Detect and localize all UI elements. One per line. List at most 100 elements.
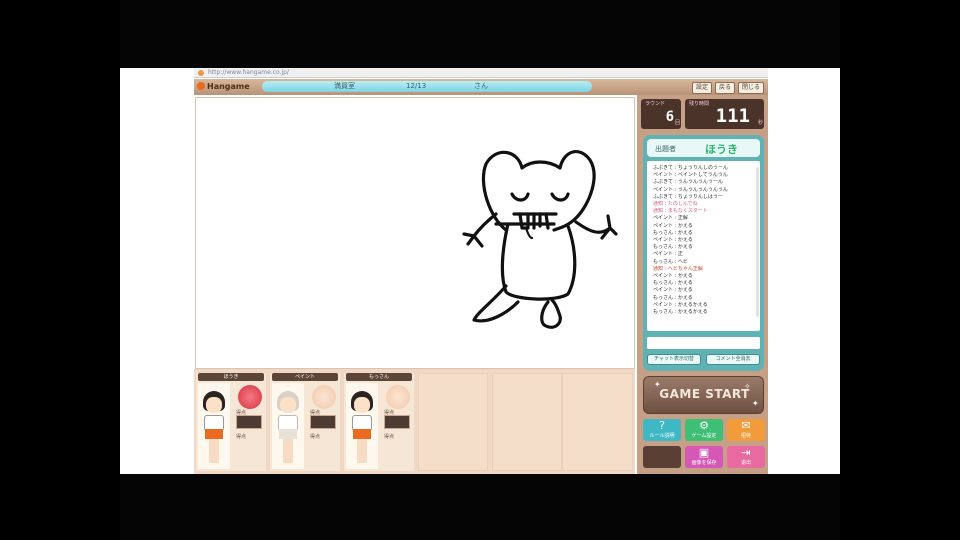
clear-comments-button[interactable]: コメント全消去 (706, 354, 760, 365)
score-box (236, 415, 262, 429)
chat-line: ふぶきて : うんうんうんうーん (653, 179, 723, 186)
player-count: 12/13 (406, 82, 427, 90)
game-start-button[interactable]: ✦ ✧ ✦ GAME START (643, 376, 764, 414)
chat-line: ふぶきて : ちょうりんしのうーん (653, 165, 728, 171)
chat-line: ペイント : うんうんうんうんうん (653, 186, 728, 193)
game-header: Hangame 満員室 12/13 さん 設定 戻る 閉じる (194, 79, 768, 95)
time-unit: 秒 (757, 120, 763, 126)
chat-line: もっさん : ヘビ (653, 258, 688, 265)
star-badge-icon (386, 385, 410, 409)
chat-line: もっさん : かえる (653, 244, 693, 251)
score-box (310, 415, 336, 429)
chat-line: ペイント : かえる (653, 273, 693, 280)
presenter-header: 出題者 ほうき (647, 139, 760, 157)
chat-line: ペイント : かえるかえる (653, 301, 708, 308)
chat-line: 通知 : まもなくスタート (653, 208, 708, 215)
rank-label: 得点 (384, 434, 395, 440)
address-text: http://www.hangame.co.jp/ (208, 69, 289, 76)
chat-line: ペイント : かえる (653, 287, 693, 294)
chat-line: もっさん : かえるかえる (653, 309, 708, 316)
round-counter: ラウンド 6 回 (641, 99, 681, 129)
action-button-3 (643, 446, 681, 468)
action-button-0[interactable]: ? ルール説明 (643, 419, 681, 441)
browser-window: http://www.hangame.co.jp/ Hangame 満員室 12… (194, 68, 768, 474)
chat-line: 通知 : ヘビちゃん正解 (653, 265, 703, 272)
time-label: 残り時間 (689, 101, 710, 107)
player-slot-2[interactable]: ペイント 得点 得点 (270, 373, 340, 471)
chat-line: ペイント : ペイントしてうんうん (653, 172, 728, 179)
action-button-4[interactable]: ▣ 画像を保存 (685, 446, 723, 468)
chat-toggle-button[interactable]: チャット表示切替 (647, 354, 701, 365)
chat-line: 通知 : たのしんでね (653, 201, 698, 208)
round-value: 6 (665, 109, 674, 125)
player-name: ほうき (198, 373, 264, 381)
chat-log[interactable]: ふぶきて : ちょうりんしのうーん ペイント : ペイントしてうんうん ふぶきて :… (647, 161, 760, 331)
frog-drawing (462, 150, 618, 329)
action-button-label: 画像を保存 (691, 460, 717, 466)
logo-mark-icon (197, 82, 205, 90)
player-slot-empty[interactable] (562, 373, 633, 471)
star-badge-icon (312, 385, 336, 409)
chat-line: ペイント : 正 (653, 251, 683, 258)
invite-icon: ✉ (741, 419, 751, 432)
action-button-label: 招待 (740, 433, 751, 439)
settings-button[interactable]: 設定 (691, 82, 712, 94)
side-panel: ラウンド 6 回 残り時間 111 秒 出題者 ほうき ふぶきて : ちょうりん… (637, 95, 768, 474)
player-name: もっさん (346, 373, 412, 381)
player-slot-empty[interactable] (418, 373, 488, 471)
letterbox-top (120, 0, 840, 68)
back-button[interactable]: 戻る (714, 82, 735, 94)
hangame-logo: Hangame (197, 81, 250, 93)
player-area: ほうき 得点 得点 ペイント 得点 得点 もっさん 得点 得点 (194, 369, 635, 474)
chat-line: ペイント : かえる (653, 222, 693, 229)
letterbox-bottom (120, 474, 840, 540)
room-status-bar: 満員室 12/13 さん (262, 81, 592, 92)
chat-line: もっさん : かえる (653, 229, 693, 236)
player-slot-empty[interactable] (492, 373, 562, 471)
player-name: ペイント (272, 373, 338, 381)
action-button-1[interactable]: ⚙ ゲーム設定 (685, 419, 723, 441)
room-owner: さん (474, 82, 488, 90)
action-button-5[interactable]: ⇥ 退出 (727, 446, 765, 468)
presenter-badge-icon (238, 385, 262, 409)
game-start-label: GAME START (659, 387, 750, 401)
presenter-label: 出題者 (655, 145, 676, 153)
settings-icon: ⚙ (699, 419, 709, 432)
time-value: 111 (715, 105, 750, 127)
player-slot-3[interactable]: もっさん 得点 得点 (344, 373, 414, 471)
round-unit: 回 (674, 120, 680, 126)
avatar (272, 383, 304, 469)
avatar (198, 383, 230, 469)
chat-line: ペイント : かえる (653, 237, 693, 244)
room-type: 満員室 (334, 82, 355, 90)
close-button[interactable]: 閉じる (737, 82, 764, 94)
presenter-name: ほうき (705, 143, 738, 156)
help-icon: ? (659, 419, 665, 432)
favicon-icon (198, 70, 204, 76)
chat-line: ふぶきて : ちょうりんしはうー (653, 193, 723, 200)
save-icon: ▣ (698, 446, 710, 459)
action-button-label: ゲーム設定 (691, 433, 717, 439)
round-label: ラウンド (645, 101, 666, 107)
time-counter: 残り時間 111 秒 (685, 99, 764, 129)
rank-label: 得点 (310, 434, 321, 440)
chat-line: もっさん : かえる (653, 294, 693, 301)
chat-input[interactable] (647, 337, 760, 349)
avatar (346, 383, 378, 469)
chat-line: もっさん : かえる (653, 280, 693, 287)
score-box (384, 415, 410, 429)
chat-panel: 出題者 ほうき ふぶきて : ちょうりんしのうーん ペイント : ペイントしてうん… (643, 135, 764, 371)
exit-icon: ⇥ (741, 446, 751, 459)
player-slot-1[interactable]: ほうき 得点 得点 (196, 373, 266, 471)
chat-lines: ふぶきて : ちょうりんしのうーん ペイント : ペイントしてうんうん ふぶきて :… (647, 161, 760, 316)
drawing-canvas[interactable] (195, 97, 635, 369)
address-bar[interactable]: http://www.hangame.co.jp/ (194, 68, 768, 78)
action-button-label: 退出 (740, 460, 751, 466)
rank-label: 得点 (236, 434, 247, 440)
action-button-2[interactable]: ✉ 招待 (727, 419, 765, 441)
header-buttons: 設定 戻る 閉じる (691, 82, 764, 94)
chat-scrollbar[interactable] (756, 167, 759, 317)
chat-line: ペイント : 正解 (653, 215, 688, 222)
video-frame: http://www.hangame.co.jp/ Hangame 満員室 12… (120, 0, 840, 540)
action-button-label: ルール説明 (649, 433, 675, 439)
